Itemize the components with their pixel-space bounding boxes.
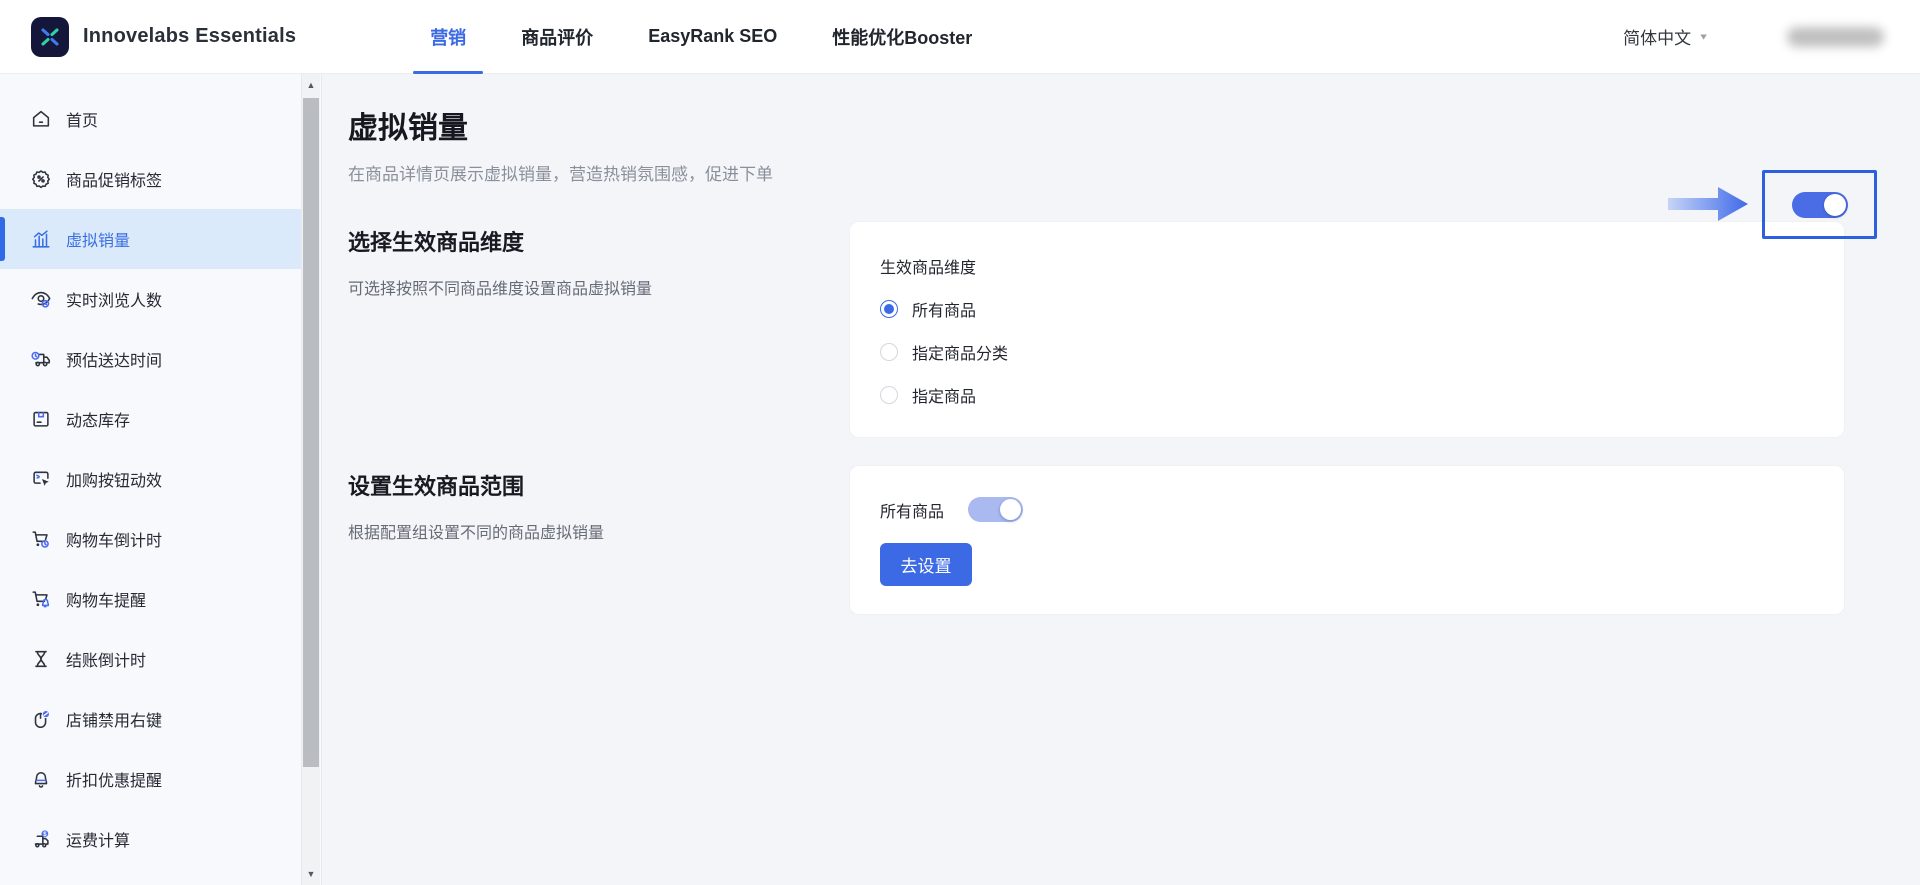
scrollbar-thumb[interactable] bbox=[303, 98, 319, 767]
top-nav: 营销 商品评价 EasyRank SEO 性能优化Booster bbox=[392, 0, 989, 74]
feature-master-toggle[interactable] bbox=[1792, 192, 1848, 218]
go-configure-button[interactable]: 去设置 bbox=[880, 543, 972, 586]
section-description: 根据配置组设置不同的商品虚拟销量 bbox=[348, 519, 849, 543]
user-name-redacted[interactable] bbox=[1787, 27, 1884, 47]
page-head: 虚拟销量 在商品详情页展示虚拟销量，营造热销氛围感，促进下单 bbox=[348, 74, 1845, 185]
main-content: 虚拟销量 在商品详情页展示虚拟销量，营造热销氛围感，促进下单 选择生效商品维度 … bbox=[322, 74, 1920, 885]
toggle-knob bbox=[1000, 499, 1021, 520]
sidebar-item-shipping-calculator[interactable]: $ 运费计算 bbox=[0, 809, 301, 869]
page-subtitle: 在商品详情页展示虚拟销量，营造热销氛围感，促进下单 bbox=[348, 160, 1845, 185]
cart-clock-icon bbox=[30, 528, 52, 550]
brand: Innovelabs Essentials bbox=[31, 17, 296, 57]
sidebar-item-virtual-sales[interactable]: 虚拟销量 bbox=[0, 209, 301, 269]
radio-selected-icon[interactable] bbox=[880, 300, 898, 318]
scroll-up-arrow-icon[interactable]: ▲ bbox=[302, 76, 320, 94]
sidebar-item-estimated-delivery[interactable]: 预估送达时间 bbox=[0, 329, 301, 389]
annotation-arrow-icon bbox=[1668, 184, 1748, 224]
tab-performance-booster[interactable]: 性能优化Booster bbox=[815, 0, 989, 74]
section-product-dimension: 选择生效商品维度 可选择按照不同商品维度设置商品虚拟销量 生效商品维度 所有商品… bbox=[348, 221, 1845, 438]
home-icon bbox=[30, 108, 52, 130]
cursor-click-icon bbox=[30, 468, 52, 490]
tab-easyrank-seo[interactable]: EasyRank SEO bbox=[631, 0, 794, 74]
bell-icon bbox=[30, 768, 52, 790]
annotation-highlight-box bbox=[1762, 170, 1877, 239]
all-products-toggle[interactable] bbox=[968, 497, 1023, 522]
section-info: 选择生效商品维度 可选择按照不同商品维度设置商品虚拟销量 bbox=[348, 221, 849, 299]
sidebar-item-live-viewers[interactable]: 实时浏览人数 bbox=[0, 269, 301, 329]
truck-dollar-icon: $ bbox=[30, 828, 52, 850]
sidebar-item-disable-right-click[interactable]: 店铺禁用右键 bbox=[0, 689, 301, 749]
sidebar-item-promo-labels[interactable]: 商品促销标签 bbox=[0, 149, 301, 209]
scroll-down-arrow-icon[interactable]: ▼ bbox=[302, 865, 320, 883]
radio-unselected-icon[interactable] bbox=[880, 343, 898, 361]
sidebar-item-cart-countdown[interactable]: 购物车倒计时 bbox=[0, 509, 301, 569]
tab-marketing[interactable]: 营销 bbox=[413, 0, 483, 74]
header-right: 简体中文 ▼ bbox=[1623, 24, 1884, 49]
language-label: 简体中文 bbox=[1623, 24, 1691, 49]
sidebar-item-add-to-cart-animation[interactable]: 加购按钮动效 bbox=[0, 449, 301, 509]
field-label: 生效商品维度 bbox=[880, 254, 1814, 278]
bar-chart-icon bbox=[30, 228, 52, 250]
sidebar-item-checkout-countdown[interactable]: 结账倒计时 bbox=[0, 629, 301, 689]
badge-percent-icon bbox=[30, 168, 52, 190]
tab-product-reviews[interactable]: 商品评价 bbox=[504, 0, 610, 74]
section-heading: 选择生效商品维度 bbox=[348, 225, 849, 257]
sidebar-item-cart-reminder[interactable]: 购物车提醒 bbox=[0, 569, 301, 629]
cart-bell-icon bbox=[30, 588, 52, 610]
top-header: Innovelabs Essentials 营销 商品评价 EasyRank S… bbox=[0, 0, 1920, 74]
page-title: 虚拟销量 bbox=[348, 108, 1845, 150]
app-logo-icon bbox=[31, 17, 69, 57]
scope-card: 所有商品 去设置 bbox=[849, 465, 1845, 615]
dimension-card: 生效商品维度 所有商品 指定商品分类 指定商品 bbox=[849, 221, 1845, 438]
radio-option-specified-products[interactable]: 指定商品 bbox=[880, 383, 1814, 407]
eye-clock-icon bbox=[30, 288, 52, 310]
radio-option-specified-categories[interactable]: 指定商品分类 bbox=[880, 340, 1814, 364]
section-product-scope: 设置生效商品范围 根据配置组设置不同的商品虚拟销量 所有商品 去设置 bbox=[348, 465, 1845, 615]
sidebar-scrollbar[interactable]: ▲ ▼ bbox=[301, 74, 320, 885]
section-description: 可选择按照不同商品维度设置商品虚拟销量 bbox=[348, 275, 849, 299]
radio-unselected-icon[interactable] bbox=[880, 386, 898, 404]
scope-toggle-row: 所有商品 bbox=[880, 497, 1814, 522]
language-selector[interactable]: 简体中文 ▼ bbox=[1623, 24, 1709, 49]
toggle-knob bbox=[1824, 194, 1846, 216]
hourglass-icon bbox=[30, 648, 52, 670]
section-info: 设置生效商品范围 根据配置组设置不同的商品虚拟销量 bbox=[348, 465, 849, 543]
mouse-block-icon bbox=[30, 708, 52, 730]
truck-clock-icon bbox=[30, 348, 52, 370]
section-heading: 设置生效商品范围 bbox=[348, 469, 849, 501]
radio-option-all-products[interactable]: 所有商品 bbox=[880, 297, 1814, 321]
brand-name: Innovelabs Essentials bbox=[83, 25, 296, 48]
chevron-down-icon: ▼ bbox=[1698, 32, 1709, 42]
sidebar-item-dynamic-stock[interactable]: 动态库存 bbox=[0, 389, 301, 449]
box-icon bbox=[30, 408, 52, 430]
sidebar-item-home[interactable]: 首页 bbox=[0, 89, 301, 149]
toggle-label: 所有商品 bbox=[880, 498, 944, 522]
sidebar: 首页 商品促销标签 虚拟销量 实时浏览人数 预估送达时间 bbox=[0, 74, 322, 885]
sidebar-item-discount-reminder[interactable]: 折扣优惠提醒 bbox=[0, 749, 301, 809]
